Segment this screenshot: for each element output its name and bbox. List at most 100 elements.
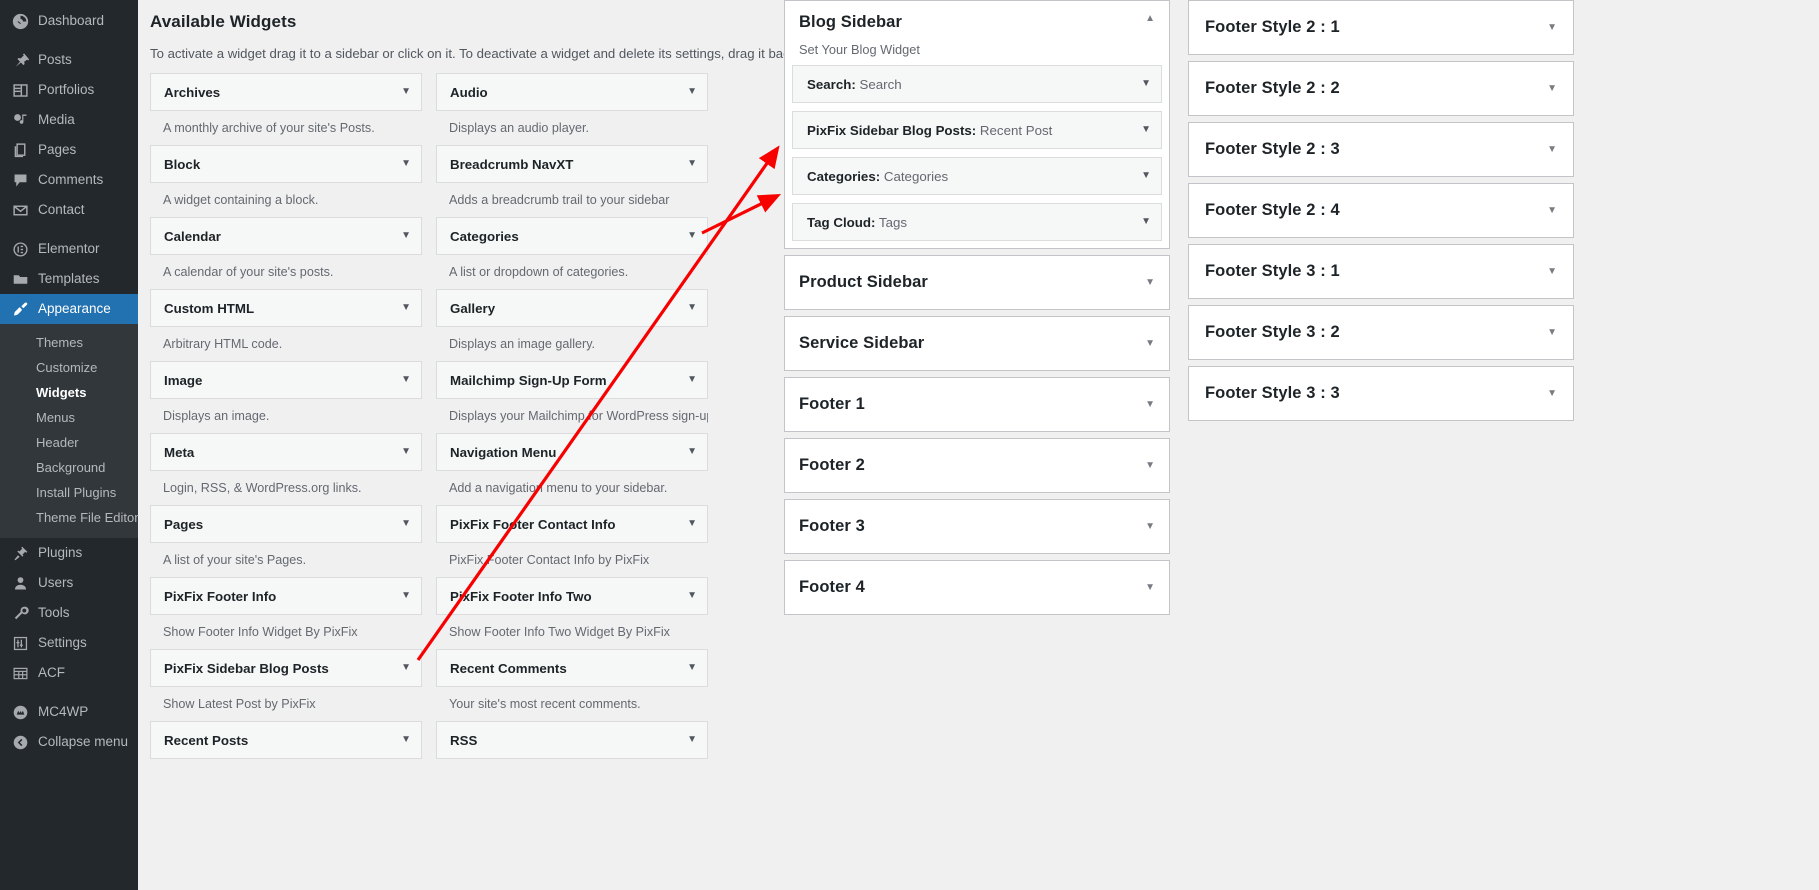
chevron-down-icon[interactable]: ▼ [681,303,697,313]
sidebar-item-pages[interactable]: Pages [0,135,138,165]
submenu-item-menus[interactable]: Menus [0,405,138,430]
chevron-down-icon[interactable]: ▼ [681,663,697,673]
chevron-down-icon[interactable]: ▼ [681,447,697,457]
chevron-down-icon[interactable]: ▼ [395,447,411,457]
widget-draggable[interactable]: Mailchimp Sign-Up Form ▼ [436,361,708,399]
widget-draggable[interactable]: Breadcrumb NavXT ▼ [436,145,708,183]
widget-draggable[interactable]: PixFix Footer Info Two ▼ [436,577,708,615]
sidebar-panel-header[interactable]: Footer 3 ▼ [785,500,1169,553]
sidebar-panel-header[interactable]: Footer 1 ▼ [785,378,1169,431]
sidebar-item-users[interactable]: Users [0,568,138,598]
widget-draggable[interactable]: Recent Comments ▼ [436,649,708,687]
widget-draggable[interactable]: RSS ▼ [436,721,708,759]
chevron-down-icon[interactable]: ▼ [1547,206,1557,216]
footer-style-panel-header[interactable]: Footer Style 2 : 2 ▼ [1189,62,1573,115]
chevron-down-icon[interactable]: ▼ [681,591,697,601]
submenu-item-theme-file-editor[interactable]: Theme File Editor [0,505,139,530]
submenu-item-install-plugins[interactable]: Install Plugins [0,480,138,505]
widget-draggable[interactable]: Pages ▼ [150,505,422,543]
widget-draggable[interactable]: PixFix Footer Contact Info ▼ [436,505,708,543]
chevron-down-icon[interactable]: ▼ [681,375,697,385]
sidebar-panel-header[interactable]: Product Sidebar ▼ [785,256,1169,309]
footer-style-panel-header[interactable]: Footer Style 2 : 3 ▼ [1189,123,1573,176]
chevron-down-icon[interactable]: ▼ [1547,145,1557,155]
assigned-widget[interactable]: Search: Search ▼ [792,65,1162,103]
sidebar-item-elementor[interactable]: Elementor [0,234,138,264]
sidebar-item-appearance[interactable]: Appearance [0,294,138,324]
chevron-down-icon[interactable]: ▼ [395,87,411,97]
footer-style-panel-header[interactable]: Footer Style 3 : 3 ▼ [1189,367,1573,420]
chevron-down-icon[interactable]: ▼ [395,591,411,601]
chevron-down-icon[interactable]: ▼ [395,159,411,169]
widget-draggable[interactable]: Recent Posts ▼ [150,721,422,759]
chevron-down-icon[interactable]: ▼ [1547,328,1557,338]
chevron-down-icon[interactable]: ▼ [1141,79,1151,89]
sidebar-panel-header[interactable]: Footer 4 ▼ [785,561,1169,614]
widget-draggable[interactable]: Audio ▼ [436,73,708,111]
widget-draggable[interactable]: Navigation Menu ▼ [436,433,708,471]
submenu-item-themes[interactable]: Themes [0,330,138,355]
chevron-down-icon[interactable]: ▼ [395,735,411,745]
chevron-down-icon[interactable]: ▼ [1547,84,1557,94]
widget-draggable[interactable]: Categories ▼ [436,217,708,255]
sidebar-item-contact[interactable]: Contact [0,195,138,225]
chevron-down-icon[interactable]: ▼ [1141,125,1151,135]
submenu-item-header[interactable]: Header [0,430,138,455]
sidebar-item-mc4wp[interactable]: MC4WP [0,697,138,727]
assigned-widget[interactable]: Categories: Categories ▼ [792,157,1162,195]
assigned-widget[interactable]: Tag Cloud: Tags ▼ [792,203,1162,241]
chevron-down-icon[interactable]: ▼ [681,231,697,241]
collapse-menu-button[interactable]: Collapse menu [0,727,138,757]
submenu-item-widgets[interactable]: Widgets [0,380,138,405]
chevron-down-icon[interactable]: ▼ [1145,278,1155,288]
chevron-down-icon[interactable]: ▼ [395,375,411,385]
widget-draggable[interactable]: Archives ▼ [150,73,422,111]
chevron-down-icon[interactable]: ▼ [1141,171,1151,181]
widget-draggable[interactable]: Gallery ▼ [436,289,708,327]
chevron-down-icon[interactable]: ▼ [1547,389,1557,399]
sidebar-item-acf[interactable]: ACF [0,658,138,688]
widget-draggable[interactable]: Meta ▼ [150,433,422,471]
chevron-down-icon[interactable]: ▼ [1141,217,1151,227]
sidebar-panel-header[interactable]: Footer 2 ▼ [785,439,1169,492]
sidebar-item-posts[interactable]: Posts [0,45,138,75]
sidebar-item-plugins[interactable]: Plugins [0,538,138,568]
footer-style-panel-header[interactable]: Footer Style 3 : 2 ▼ [1189,306,1573,359]
footer-style-panel-header[interactable]: Footer Style 3 : 1 ▼ [1189,245,1573,298]
chevron-down-icon[interactable]: ▼ [1547,267,1557,277]
chevron-down-icon[interactable]: ▼ [1145,400,1155,410]
chevron-down-icon[interactable]: ▼ [1145,339,1155,349]
widget-draggable[interactable]: PixFix Footer Info ▼ [150,577,422,615]
widget-draggable[interactable]: Image ▼ [150,361,422,399]
chevron-down-icon[interactable]: ▼ [681,735,697,745]
sidebar-panel-header[interactable]: Blog Sidebar ▲ [785,1,1169,42]
chevron-down-icon[interactable]: ▼ [395,303,411,313]
chevron-down-icon[interactable]: ▼ [681,519,697,529]
chevron-down-icon[interactable]: ▼ [1145,583,1155,593]
chevron-down-icon[interactable]: ▼ [395,519,411,529]
sidebar-item-media[interactable]: Media [0,105,138,135]
sidebar-item-comments[interactable]: Comments [0,165,138,195]
chevron-down-icon[interactable]: ▼ [395,663,411,673]
widget-draggable[interactable]: Block ▼ [150,145,422,183]
sidebar-item-templates[interactable]: Templates [0,264,138,294]
chevron-down-icon[interactable]: ▼ [395,231,411,241]
widget-draggable[interactable]: Custom HTML ▼ [150,289,422,327]
footer-style-panel-header[interactable]: Footer Style 2 : 1 ▼ [1189,1,1573,54]
sidebar-panel-header[interactable]: Service Sidebar ▼ [785,317,1169,370]
sidebar-item-settings[interactable]: Settings [0,628,138,658]
chevron-down-icon[interactable]: ▼ [1145,461,1155,471]
widget-draggable[interactable]: Calendar ▼ [150,217,422,255]
chevron-down-icon[interactable]: ▼ [681,87,697,97]
sidebar-item-dashboard[interactable]: Dashboard [0,6,138,36]
sidebar-item-portfolios[interactable]: Portfolios [0,75,138,105]
chevron-down-icon[interactable]: ▼ [681,159,697,169]
submenu-item-customize[interactable]: Customize [0,355,138,380]
assigned-widget[interactable]: PixFix Sidebar Blog Posts: Recent Post ▼ [792,111,1162,149]
chevron-down-icon[interactable]: ▼ [1145,522,1155,532]
sidebar-item-tools[interactable]: Tools [0,598,138,628]
submenu-item-background[interactable]: Background [0,455,138,480]
footer-style-panel-header[interactable]: Footer Style 2 : 4 ▼ [1189,184,1573,237]
widget-draggable[interactable]: PixFix Sidebar Blog Posts ▼ [150,649,422,687]
chevron-down-icon[interactable]: ▼ [1547,23,1557,33]
